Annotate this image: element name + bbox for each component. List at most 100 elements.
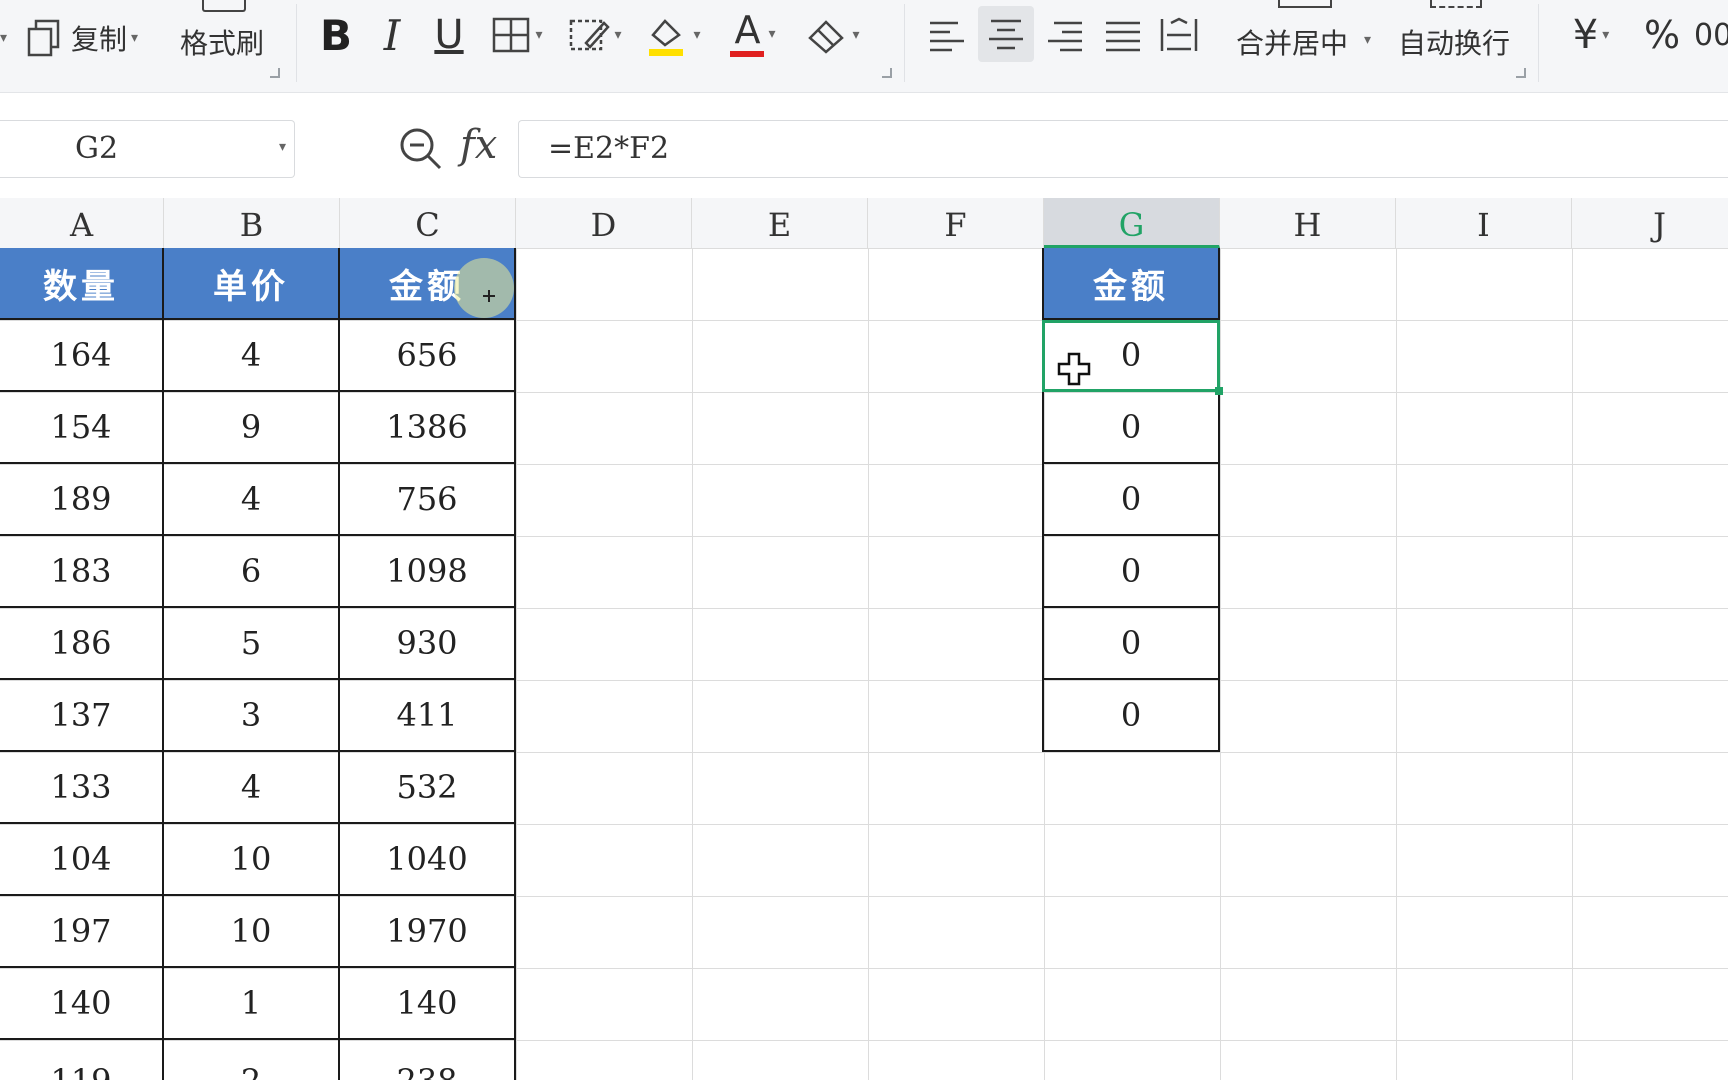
font-color-dropdown-caret[interactable]: ▾ [768,26,775,42]
table-cell[interactable]: 197 [0,896,164,968]
name-box-value: G2 [75,131,119,166]
table-cell[interactable]: 532 [340,752,516,824]
zoom-icon[interactable] [398,126,444,172]
currency-dropdown-caret[interactable]: ▾ [1602,27,1609,43]
table-cell[interactable]: 0 [1042,536,1220,608]
clipboard-group-launcher[interactable] [270,68,280,78]
table-cell[interactable]: 930 [340,608,516,680]
table-cell[interactable]: 119 [0,1040,164,1080]
align-left-icon [930,21,964,52]
header-cell-quantity[interactable]: 数量 [0,248,164,320]
align-right-button[interactable] [1040,12,1090,60]
name-box-dropdown-icon[interactable]: ▾ [279,139,286,155]
currency-icon: ¥ [1572,12,1599,58]
table-cell[interactable]: 10 [164,896,340,968]
table-cell[interactable]: 0 [1042,608,1220,680]
cell-style-dropdown-caret[interactable]: ▾ [614,27,621,43]
table-cell[interactable]: 137 [0,680,164,752]
copy-label: 复制 [71,23,128,56]
table-cell[interactable]: 1098 [340,536,516,608]
formula-input[interactable]: =E2*F2 [518,120,1728,178]
bold-icon: B [319,10,352,60]
column-header-d[interactable]: D [516,198,692,248]
table-cell[interactable]: 183 [0,536,164,608]
header-cell-amount-g[interactable]: 金额 [1042,248,1220,320]
table-cell[interactable]: 9 [164,392,340,464]
ribbon-separator [904,4,905,82]
worksheet-grid[interactable]: A B C D E F G H I J 数量 单价 金额 164 4 656 1… [0,198,1728,1080]
table-cell[interactable]: 656 [340,320,516,392]
alignment-group-launcher[interactable] [1516,68,1526,78]
column-header-g[interactable]: G [1044,198,1220,248]
table-cell[interactable]: 186 [0,608,164,680]
table-cell[interactable]: 756 [340,464,516,536]
italic-button[interactable]: I [372,10,412,60]
fill-color-dropdown-caret[interactable]: ▾ [693,27,700,43]
wrap-text-label: 自动换行 [1398,27,1511,60]
table-cell[interactable]: 238 [340,1040,516,1080]
table-cell[interactable]: 140 [0,968,164,1040]
table-cell[interactable]: 1970 [340,896,516,968]
align-left-button[interactable] [922,12,972,60]
table-cell[interactable]: 4 [164,320,340,392]
thousands-format-button[interactable]: 00 [1694,10,1728,60]
table-cell[interactable]: 189 [0,464,164,536]
cell-style-button[interactable]: ▾ [562,12,628,58]
align-center-button[interactable] [978,6,1034,62]
column-header-a[interactable]: A [0,198,164,248]
paste-dropdown-caret[interactable]: ▾ [0,30,7,46]
table-cell[interactable]: 411 [340,680,516,752]
table-cell[interactable]: 3 [164,680,340,752]
distributed-align-button[interactable] [1154,10,1204,60]
table-cell[interactable]: 1386 [340,392,516,464]
table-cell[interactable]: 0 [1042,680,1220,752]
table-cell[interactable]: 10 [164,824,340,896]
column-header-f[interactable]: F [868,198,1044,248]
merge-center-dropdown-caret[interactable]: ▾ [1364,32,1371,48]
column-header-j[interactable]: J [1572,198,1728,248]
table-cell[interactable]: 1 [164,968,340,1040]
table-cell[interactable]: 4 [164,752,340,824]
table-cell[interactable]: 133 [0,752,164,824]
merge-center-button[interactable]: 合并居中 ▾ [1232,0,1376,70]
bold-button[interactable]: B [316,10,356,60]
copy-dropdown-caret[interactable]: ▾ [131,30,138,46]
header-cell-unit-price[interactable]: 单价 [164,248,340,320]
table-cell[interactable]: 2 [164,1040,340,1080]
percent-format-button[interactable]: % [1638,10,1686,60]
insert-function-icon[interactable]: fx [460,122,497,168]
format-painter-button[interactable]: 格式刷 [176,0,276,70]
table-cell[interactable]: 140 [340,968,516,1040]
column-header-e[interactable]: E [692,198,868,248]
table-cell[interactable]: 6 [164,536,340,608]
fill-color-button[interactable]: ▾ [640,10,706,60]
table-cell[interactable]: 0 [1042,392,1220,464]
underline-button[interactable]: U [428,10,470,60]
font-group-launcher[interactable] [882,68,892,78]
table-cell[interactable]: 164 [0,320,164,392]
table-cell[interactable]: 0 [1042,464,1220,536]
column-header-c[interactable]: C [340,198,516,248]
column-header-b[interactable]: B [164,198,340,248]
clear-dropdown-caret[interactable]: ▾ [852,27,859,43]
table-cell[interactable]: 4 [164,464,340,536]
column-header-bar: A B C D E F G H I J [0,198,1728,249]
ribbon-toolbar: ▾ 复制 ▾ 格式刷 B I U ▾ ▾ ▾ A ▾ ▾ 合并居中 ▾ 自动换行… [0,0,1728,93]
wrap-text-icon [1430,0,1482,8]
table-cell[interactable]: 5 [164,608,340,680]
column-header-i[interactable]: I [1396,198,1572,248]
table-cell[interactable]: 154 [0,392,164,464]
font-color-button[interactable]: A ▾ [720,8,786,60]
copy-button[interactable]: ▾ 复制 ▾ [0,8,165,68]
table-cell[interactable]: 1040 [340,824,516,896]
column-header-h[interactable]: H [1220,198,1396,248]
clear-button[interactable]: ▾ [800,12,866,58]
wrap-text-button[interactable]: 自动换行 [1394,0,1524,70]
table-cell[interactable]: 104 [0,824,164,896]
currency-format-button[interactable]: ¥ ▾ [1556,10,1626,60]
name-box[interactable]: G2 ▾ [0,120,295,178]
borders-dropdown-caret[interactable]: ▾ [535,27,542,43]
borders-button[interactable]: ▾ [484,12,550,58]
fill-handle[interactable] [1215,387,1223,395]
justify-button[interactable] [1098,12,1148,60]
